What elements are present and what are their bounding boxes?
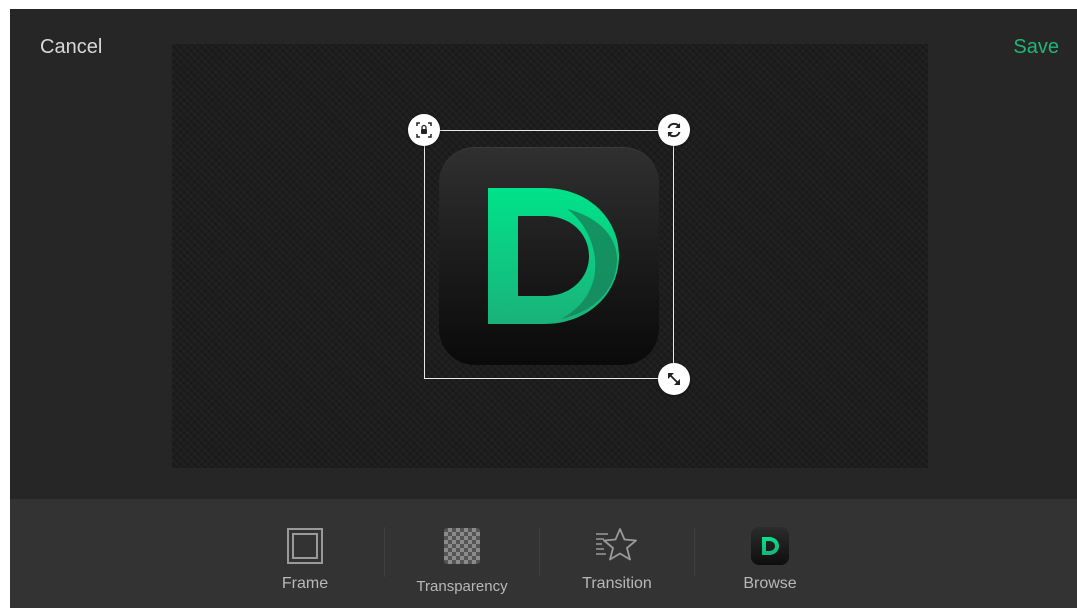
toolbar-divider bbox=[694, 527, 695, 577]
tool-transparency-label: Transparency bbox=[416, 578, 508, 595]
star-icon bbox=[596, 528, 637, 561]
toolbar-divider bbox=[384, 527, 385, 577]
resize-icon bbox=[668, 373, 680, 385]
tool-frame-label: Frame bbox=[281, 575, 329, 592]
tool-transition-label: Transition bbox=[582, 575, 652, 592]
tool-frame[interactable]: Frame bbox=[265, 499, 345, 608]
resize-handle[interactable] bbox=[658, 363, 690, 395]
bottom-toolbar: Frame Transparency Transition Browse bbox=[10, 499, 1077, 608]
frame-icon bbox=[287, 528, 323, 564]
image-canvas[interactable] bbox=[172, 44, 928, 468]
rotate-handle[interactable] bbox=[658, 114, 690, 146]
cancel-button[interactable]: Cancel bbox=[40, 36, 102, 59]
d-app-icon bbox=[751, 527, 789, 565]
toolbar-divider bbox=[539, 527, 540, 577]
tool-browse[interactable]: Browse bbox=[730, 499, 810, 608]
tool-browse-label: Browse bbox=[743, 575, 797, 592]
lock-handle[interactable] bbox=[408, 114, 440, 146]
tool-transparency[interactable]: Transparency bbox=[406, 499, 518, 608]
tool-transition[interactable]: Transition bbox=[567, 499, 667, 608]
save-button[interactable]: Save bbox=[1013, 36, 1059, 59]
lock-icon bbox=[416, 122, 432, 138]
editor-screen: Cancel Save Frame Transparency Transitio… bbox=[10, 9, 1077, 608]
selection-frame[interactable] bbox=[424, 130, 674, 379]
checkerboard-icon bbox=[444, 528, 480, 564]
rotate-icon bbox=[667, 122, 681, 138]
